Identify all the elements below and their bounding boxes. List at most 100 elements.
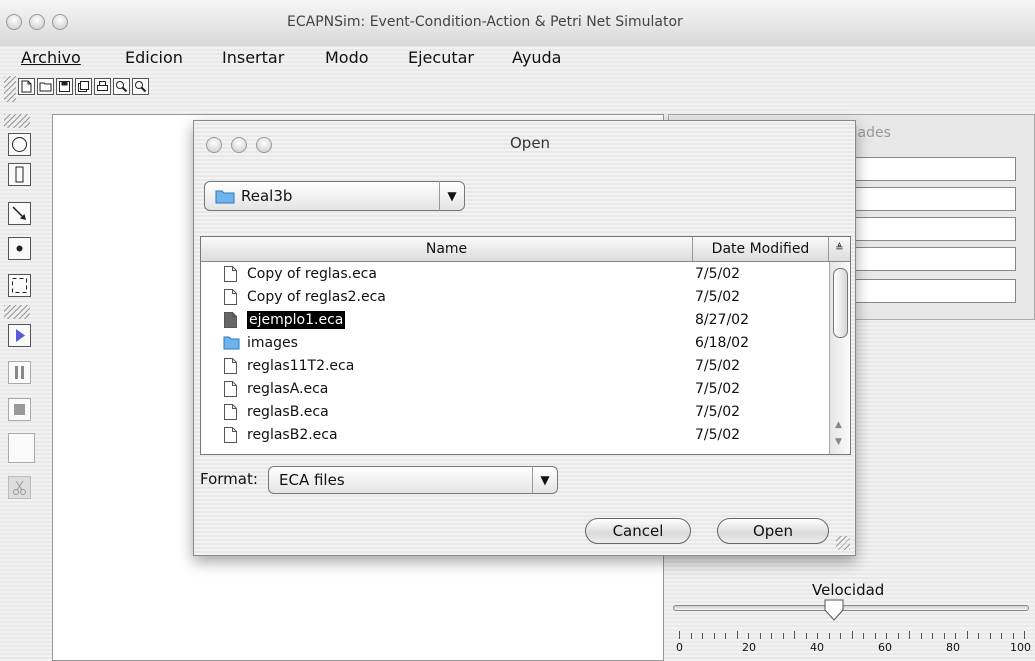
file-name: reglas11T2.eca bbox=[247, 358, 355, 374]
select-tool-icon[interactable] bbox=[8, 274, 31, 297]
file-name: Copy of reglas2.eca bbox=[247, 289, 386, 305]
token-tool-icon[interactable] bbox=[8, 237, 31, 260]
file-row[interactable]: reglasA.eca 7/5/02 bbox=[201, 378, 828, 401]
file-name: reglasB.eca bbox=[247, 404, 329, 420]
file-list-scrollbar[interactable]: ▲ ▼ bbox=[829, 262, 850, 454]
dialog-title: Open bbox=[510, 134, 551, 152]
folder-icon bbox=[215, 190, 235, 204]
format-popup-arrow: ▼ bbox=[532, 466, 557, 494]
file-name: images bbox=[247, 335, 298, 351]
zoom-out-icon[interactable] bbox=[132, 78, 149, 95]
zoom-window-button[interactable] bbox=[52, 14, 68, 30]
transition-tool-icon[interactable] bbox=[8, 163, 31, 186]
place-tool-icon[interactable] bbox=[8, 133, 31, 156]
speed-tick-80: 80 bbox=[946, 641, 960, 654]
cancel-button[interactable]: Cancel bbox=[585, 518, 691, 544]
menu-edicion[interactable]: Edicion bbox=[125, 46, 183, 70]
folder-popup-arrow: ▼ bbox=[439, 181, 464, 211]
scroll-down-icon[interactable]: ▼ bbox=[835, 437, 842, 447]
file-date: 7/5/02 bbox=[695, 381, 741, 397]
file-name: reglasA.eca bbox=[247, 381, 329, 397]
document-icon bbox=[223, 265, 238, 283]
dialog-minimize-button[interactable] bbox=[231, 137, 247, 153]
speed-slider-thumb[interactable] bbox=[823, 598, 845, 626]
file-date: 6/18/02 bbox=[695, 335, 749, 351]
close-window-button[interactable] bbox=[6, 14, 22, 30]
speed-slider-ticks bbox=[679, 627, 1025, 639]
document-icon bbox=[223, 403, 238, 421]
menu-archivo[interactable]: Archivo bbox=[21, 46, 81, 70]
save-as-icon[interactable] bbox=[75, 78, 92, 95]
zoom-in-icon[interactable] bbox=[113, 78, 130, 95]
folder-icon bbox=[223, 334, 240, 352]
speed-tick-20: 20 bbox=[742, 641, 756, 654]
menu-bar: Archivo Edicion Insertar Modo Ejecutar A… bbox=[0, 46, 1035, 70]
file-date: 7/5/02 bbox=[695, 266, 741, 282]
document-icon bbox=[223, 357, 238, 375]
window-title: ECAPNSim: Event-Condition-Action & Petri… bbox=[287, 14, 683, 30]
file-row[interactable]: reglasB2.eca 7/5/02 bbox=[201, 424, 828, 447]
file-list[interactable]: Name Date Modified ≜ Copy of reglas.eca 7… bbox=[200, 236, 851, 455]
file-date: 7/5/02 bbox=[695, 427, 741, 443]
pause-icon[interactable] bbox=[8, 361, 31, 384]
palette-grip-top[interactable] bbox=[4, 114, 30, 128]
file-row[interactable]: Copy of reglas.eca 7/5/02 bbox=[201, 263, 828, 286]
main-title-bar: ECAPNSim: Event-Condition-Action & Petri… bbox=[0, 0, 1035, 46]
file-rows: Copy of reglas.eca 7/5/02 Copy of reglas2.… bbox=[201, 263, 828, 453]
menu-insertar[interactable]: Insertar bbox=[222, 46, 284, 70]
toolbar-grip[interactable] bbox=[4, 76, 16, 102]
cut-icon[interactable] bbox=[8, 476, 31, 499]
menu-ayuda[interactable]: Ayuda bbox=[512, 46, 561, 70]
resize-grip[interactable] bbox=[836, 536, 850, 550]
file-row[interactable]: ejemplo1.eca 8/27/02 bbox=[201, 309, 828, 332]
format-value: ECA files bbox=[279, 471, 345, 489]
menu-modo[interactable]: Modo bbox=[325, 46, 369, 70]
stop-icon[interactable] bbox=[8, 398, 31, 421]
format-label: Format: bbox=[200, 470, 258, 488]
format-popup[interactable]: ECA files ▼ bbox=[268, 466, 558, 494]
speed-tick-0: 0 bbox=[676, 641, 683, 654]
file-date: 7/5/02 bbox=[695, 404, 741, 420]
file-row[interactable]: Copy of reglas2.eca 7/5/02 bbox=[201, 286, 828, 309]
file-name: ejemplo1.eca bbox=[247, 311, 346, 329]
scroll-up-icon[interactable]: ▲ bbox=[835, 420, 842, 430]
document-icon bbox=[223, 311, 238, 329]
file-name: reglasB2.eca bbox=[247, 427, 338, 443]
play-icon[interactable] bbox=[8, 324, 31, 347]
blank-control[interactable] bbox=[8, 433, 35, 463]
folder-name: Real3b bbox=[241, 187, 293, 205]
arc-tool-icon[interactable] bbox=[8, 202, 31, 225]
minimize-window-button[interactable] bbox=[29, 14, 45, 30]
speed-label: Velocidad bbox=[812, 581, 885, 599]
open-button[interactable]: Open bbox=[717, 518, 829, 544]
sort-order-icon[interactable]: ≜ bbox=[829, 237, 850, 261]
speed-tick-40: 40 bbox=[810, 641, 824, 654]
dialog-close-button[interactable] bbox=[206, 137, 222, 153]
toolbar bbox=[0, 70, 1035, 110]
open-icon[interactable] bbox=[37, 78, 54, 95]
file-name: Copy of reglas.eca bbox=[247, 266, 377, 282]
document-icon bbox=[223, 426, 238, 444]
dialog-zoom-button[interactable] bbox=[256, 137, 272, 153]
palette-grip-bottom[interactable] bbox=[4, 305, 30, 319]
file-row[interactable]: reglasB.eca 7/5/02 bbox=[201, 401, 828, 424]
speed-tick-60: 60 bbox=[878, 641, 892, 654]
file-date: 7/5/02 bbox=[695, 358, 741, 374]
speed-slider-track[interactable] bbox=[673, 605, 1029, 611]
file-date: 7/5/02 bbox=[695, 289, 741, 305]
file-row[interactable]: reglas11T2.eca 7/5/02 bbox=[201, 355, 828, 378]
file-list-header: Name Date Modified ≜ bbox=[201, 237, 850, 262]
document-icon bbox=[223, 380, 238, 398]
menu-ejecutar[interactable]: Ejecutar bbox=[408, 46, 474, 70]
file-row[interactable]: images 6/18/02 bbox=[201, 332, 828, 355]
file-date: 8/27/02 bbox=[695, 312, 749, 328]
folder-popup[interactable]: Real3b ▼ bbox=[204, 181, 465, 211]
scrollbar-thumb[interactable] bbox=[833, 268, 848, 338]
document-icon bbox=[223, 288, 238, 306]
column-name-header[interactable]: Name bbox=[201, 237, 693, 261]
column-date-header[interactable]: Date Modified bbox=[693, 237, 829, 261]
save-icon[interactable] bbox=[56, 78, 73, 95]
new-icon[interactable] bbox=[18, 78, 35, 95]
speed-tick-100: 100 bbox=[1010, 641, 1031, 654]
print-icon[interactable] bbox=[94, 78, 111, 95]
